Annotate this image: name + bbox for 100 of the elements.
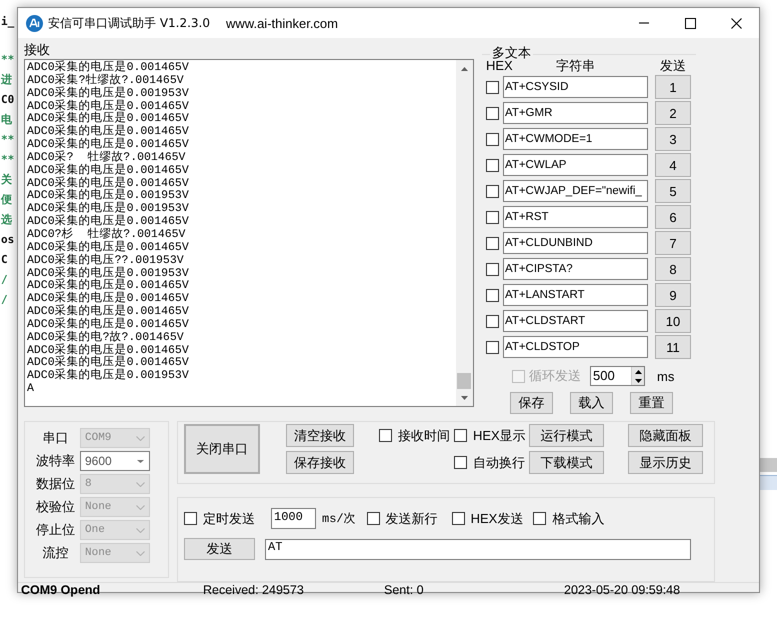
checkbox[interactable] [486,184,499,198]
checkbox[interactable] [486,262,499,276]
checkbox-label: 接收时间 [398,426,450,444]
unit-label: ms/次 [322,511,356,527]
command-field[interactable]: AT+CLDSTOP [503,336,648,358]
panel-button[interactable]: 隐藏面板 [628,424,703,447]
receive-button[interactable]: 清空接收 [286,424,354,447]
checkbox-label: 发送新行 [386,510,438,528]
panel-button[interactable]: 保存 [510,392,553,414]
command-field[interactable]: AT+CWJAP_DEF="newifi_ [503,180,648,202]
command-field[interactable]: AT+CLDUNBIND [503,232,648,254]
column-header: HEX [486,58,513,74]
received-line: ADC0采集的电压是0.001465V [27,62,189,74]
code-line: C [1,252,8,268]
close-port-button[interactable]: 关闭串口 [184,424,260,474]
send-button[interactable]: 11 [655,335,691,359]
command-field[interactable]: AT+LANSTART [503,284,648,306]
send-button[interactable]: 发送 [184,538,255,560]
checkbox[interactable] [184,512,197,525]
setting-label: 波特率 [35,452,76,470]
checkbox[interactable] [379,429,392,442]
received-line: ADC0采集的电压是0.001465V [27,357,189,370]
interval-field[interactable]: 1000 [271,508,316,529]
received-line: ADC0采集的电压是0.001953V [27,268,189,280]
receive-button[interactable]: 保存接收 [286,451,354,474]
checkbox[interactable] [486,340,499,354]
checkbox[interactable] [486,158,499,172]
code-line: 关 [1,172,12,188]
panel-button[interactable]: 载入 [570,392,613,414]
column-header: 发送 [659,58,687,74]
code-line: 电 [1,112,12,128]
code-line: / [1,272,8,288]
checkbox[interactable] [486,314,499,328]
send-button[interactable]: 8 [655,257,691,281]
down-arrow-icon[interactable] [632,376,644,385]
received-line: ADC0采集的电压是0.001953V [27,190,189,202]
received-line: A [27,383,34,396]
received-line: ADC0采集的电压是0.001953V [27,370,189,383]
group-label: 接收 [24,42,51,59]
received-line: ADC0采集的电压是0.001465V [27,293,189,306]
setting-label: 停止位 [35,521,76,539]
minimize-icon[interactable] [638,22,650,24]
scroll-thumb[interactable] [457,373,471,389]
command-field[interactable]: AT+CWMODE=1 [503,128,648,150]
mode-button[interactable]: 下载模式 [529,451,604,474]
setting-label: 数据位 [35,475,76,493]
checkbox[interactable] [366,512,380,525]
checkbox[interactable] [486,210,499,224]
mode-button[interactable]: 运行模式 [529,424,604,447]
command-field[interactable]: AT+CIPSTA? [503,258,648,280]
checkbox[interactable] [486,236,499,250]
received-line: ADC0采集的电压是0.001465V [27,306,189,318]
maximize-icon[interactable] [684,18,696,28]
checkbox[interactable] [486,132,499,146]
setting-label: 流控 [42,544,70,562]
logo-icon [26,14,43,32]
send-button[interactable]: 7 [655,231,691,255]
panel-button[interactable]: 重置 [630,392,673,414]
send-button[interactable]: 3 [655,127,691,151]
send-button[interactable]: 2 [655,101,691,125]
checkbox[interactable] [454,429,467,442]
send-button[interactable]: 4 [655,153,691,177]
received-line: ADC0采? 牡缪故?.001465V [27,152,186,164]
send-button[interactable]: 10 [655,309,691,333]
send-button[interactable]: 9 [655,283,691,307]
dropdown[interactable]: 9600 [80,451,150,471]
command-field[interactable]: AT+CSYSID [503,76,648,98]
code-line: i_ [1,14,14,30]
code-line: os [1,232,14,248]
send-input[interactable]: AT [265,538,691,560]
checkbox[interactable] [452,512,465,525]
command-field[interactable]: AT+CLDSTART [503,310,648,332]
command-field[interactable]: AT+RST [503,206,648,228]
received-line: ADC0采集的电压是0.001953V [27,203,189,216]
checkbox[interactable] [486,288,499,302]
up-arrow-icon[interactable] [632,367,644,376]
command-field[interactable]: AT+GMR [503,102,648,124]
command-field[interactable]: AT+CWLAP [503,154,648,176]
checkbox[interactable] [533,512,546,525]
receive-area[interactable] [24,59,474,407]
website-address: www.ai-thinker.com [226,16,338,30]
column-header: 字符串 [556,58,595,74]
received-line: ADC0采集的电压??.001953V [27,254,184,267]
spinner-value: 500 [592,367,616,385]
checkbox[interactable] [486,80,499,94]
send-button[interactable]: 5 [655,179,691,203]
checkbox[interactable] [486,106,499,120]
received-line: ADC0采集的电?故?.001465V [27,332,184,344]
checkbox[interactable] [454,456,467,469]
scrollbar[interactable] [456,60,473,406]
code-line: 进 [1,72,12,88]
send-button[interactable]: 1 [655,75,691,99]
send-button[interactable]: 6 [655,205,691,229]
setting-label: 串口 [42,429,70,447]
checkbox-label: HEX发送 [470,510,524,528]
received-line: ADC0采集的电压是0.001465V [27,113,189,126]
panel-button[interactable]: 显示历史 [628,451,703,474]
close-icon[interactable] [730,18,742,28]
received-line: ADC0采集的电压是0.001465V [27,344,189,357]
window-title: 安信可串口调试助手 V1.2.3.0 [48,14,210,32]
